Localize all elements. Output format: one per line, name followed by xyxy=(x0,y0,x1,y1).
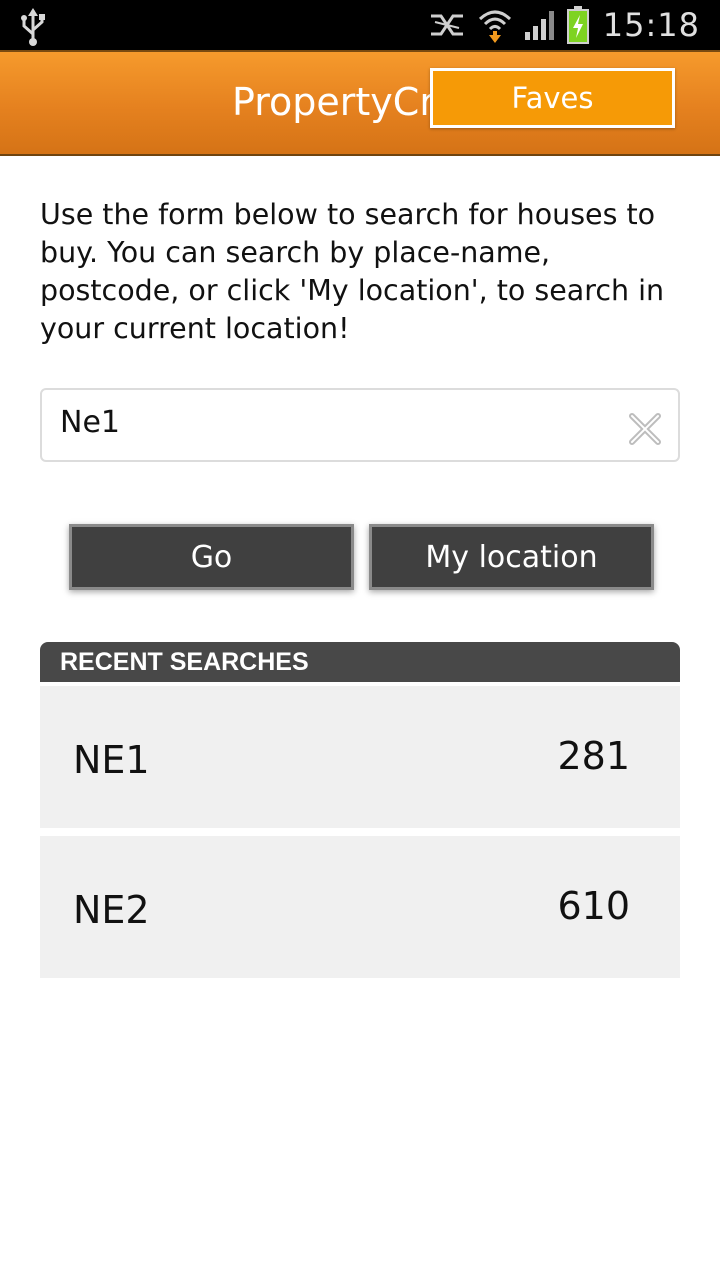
nfc-icon xyxy=(430,14,463,36)
status-icons: 15:18 xyxy=(417,0,700,50)
recent-search-name: NE2 xyxy=(73,888,150,932)
recent-search-item[interactable]: NE1 281 xyxy=(40,686,680,828)
status-bar: 15:18 xyxy=(0,0,720,50)
intro-text: Use the form below to search for houses … xyxy=(40,198,665,345)
recent-search-name: NE1 xyxy=(73,738,150,782)
search-box xyxy=(40,388,680,462)
recent-searches-header: RECENT SEARCHES xyxy=(40,642,680,682)
clear-icon[interactable] xyxy=(628,412,662,446)
app-header: PropertyCross Faves xyxy=(0,50,720,156)
usb-icon xyxy=(21,8,45,46)
my-location-button[interactable]: My location xyxy=(369,524,654,590)
wifi-icon xyxy=(478,10,511,43)
status-time: 15:18 xyxy=(602,6,700,44)
search-input[interactable] xyxy=(60,402,600,442)
recent-search-count: 610 xyxy=(557,884,630,928)
go-button[interactable]: Go xyxy=(69,524,354,590)
faves-button[interactable]: Faves xyxy=(430,68,675,128)
battery-charging-icon xyxy=(566,6,589,44)
signal-icon xyxy=(524,11,554,40)
recent-search-count: 281 xyxy=(557,734,630,778)
recent-search-item[interactable]: NE2 610 xyxy=(40,836,680,978)
